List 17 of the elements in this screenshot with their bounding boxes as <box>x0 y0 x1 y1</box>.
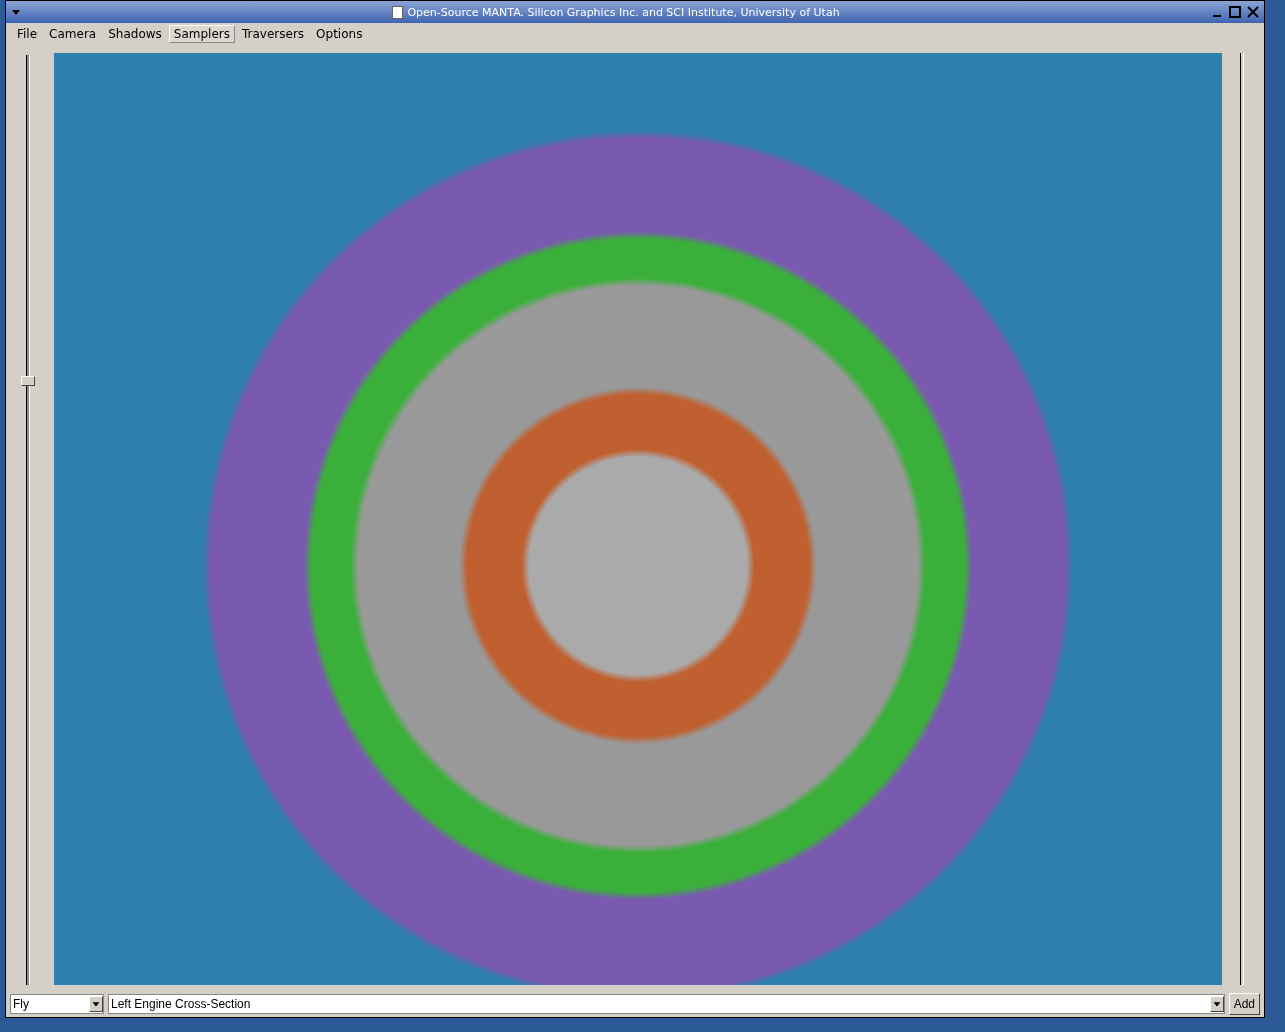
caret-icon[interactable] <box>89 996 103 1012</box>
menu-item[interactable]: Samplers <box>168 25 235 43</box>
slider-thumb[interactable] <box>21 375 35 386</box>
menu-item[interactable]: Options <box>311 25 368 43</box>
menu-item[interactable]: Traversers <box>237 25 310 43</box>
document-icon <box>392 5 404 19</box>
add-button[interactable]: Add <box>1228 993 1260 1015</box>
menu-item[interactable]: Shadows <box>103 25 167 43</box>
window-menu-icon[interactable] <box>10 7 22 17</box>
menu-item[interactable]: Camera <box>44 25 102 43</box>
window-title: Open-Source MANTA. Silicon Graphics Inc. and SCI Institute, University of Utah <box>407 5 840 19</box>
bookmark-combobox[interactable]: Left Engine Cross-Section <box>108 994 1225 1014</box>
menu-item[interactable]: File <box>12 25 43 43</box>
mode-dropdown[interactable]: Fly <box>10 994 104 1014</box>
close-icon[interactable] <box>1246 5 1260 19</box>
caret-icon[interactable] <box>1209 996 1224 1012</box>
maximize-icon[interactable] <box>1228 5 1242 19</box>
